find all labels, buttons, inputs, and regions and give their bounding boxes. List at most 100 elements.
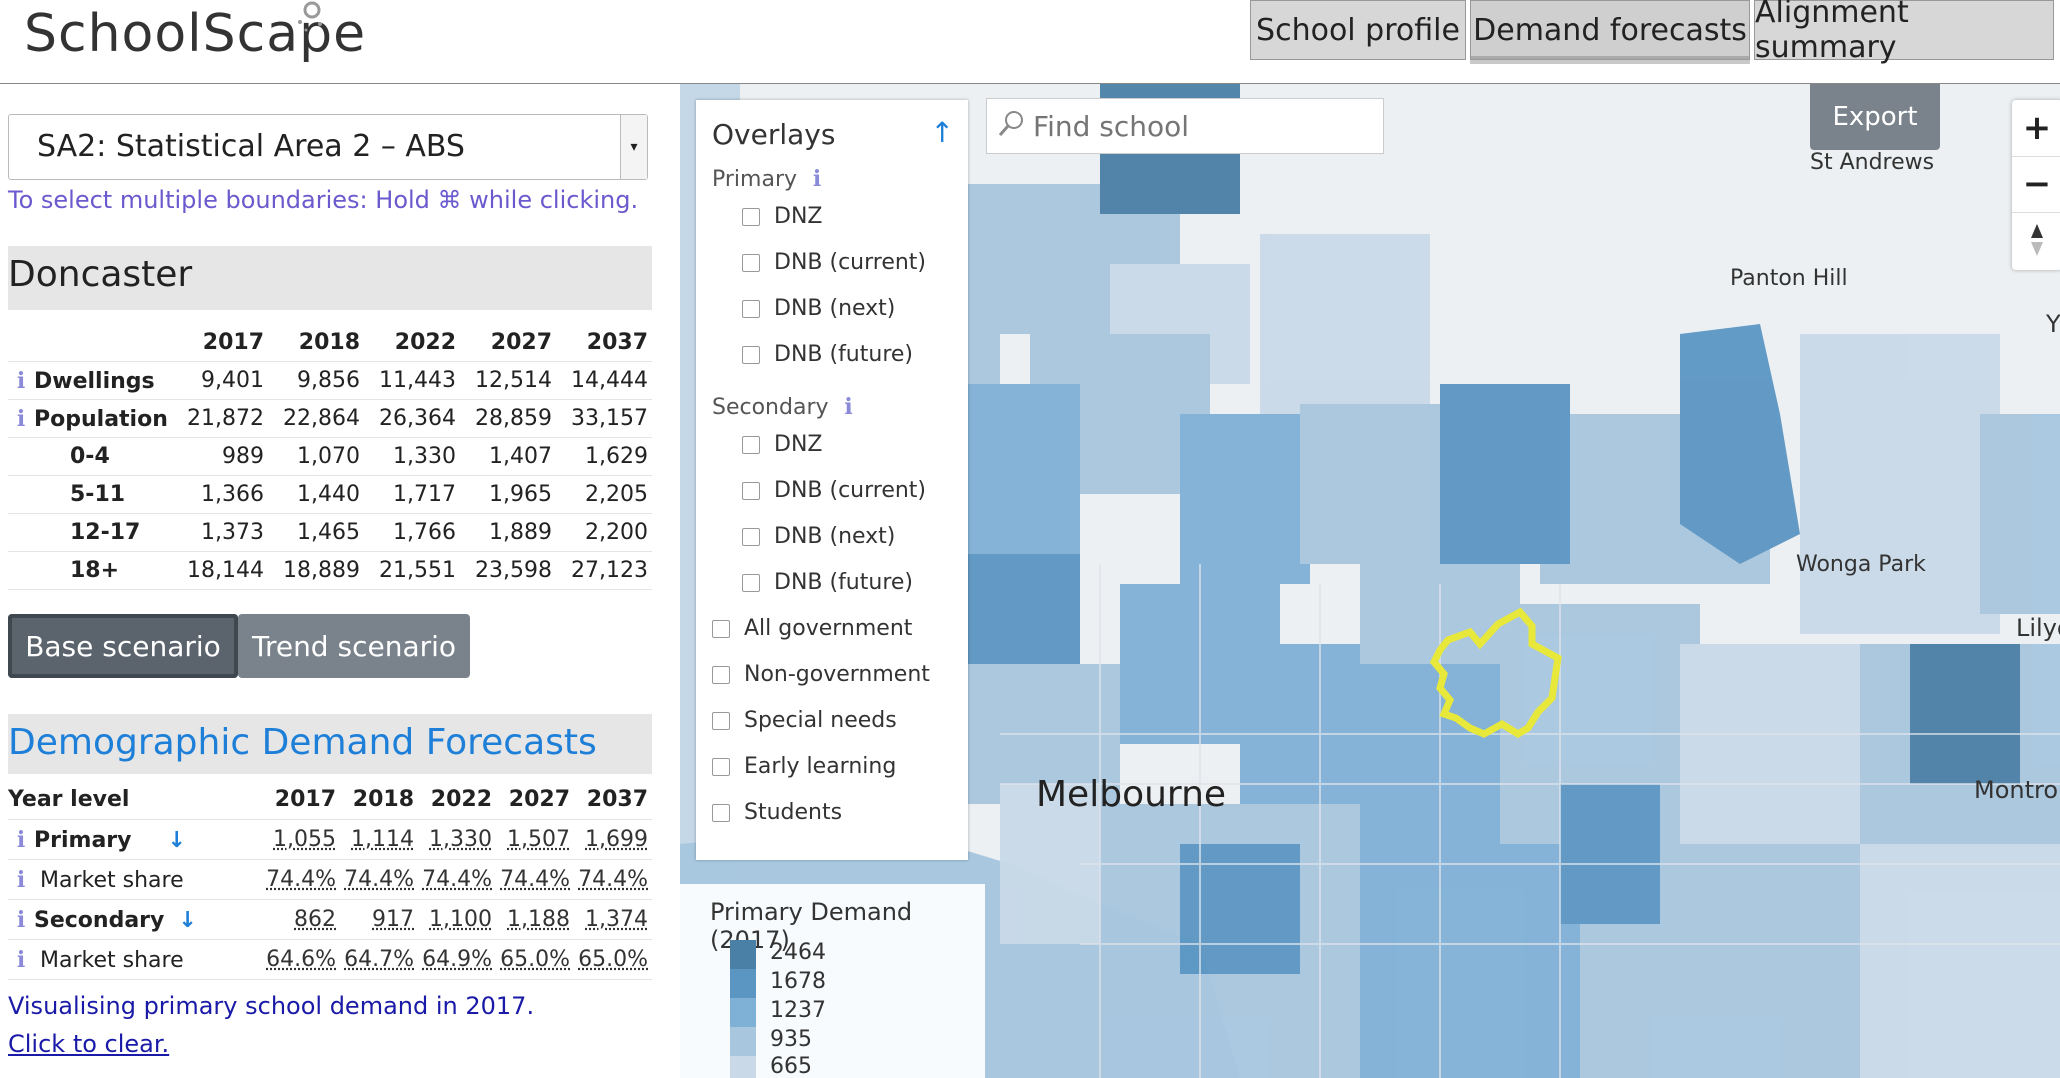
info-icon[interactable]: i [8, 947, 34, 973]
table-cell[interactable]: 1,699 [585, 827, 648, 852]
table-cell[interactable]: 917 [372, 907, 414, 932]
trend-scenario-button[interactable]: Trend scenario [238, 614, 470, 678]
table-cell: 1,629 [556, 437, 652, 476]
overlays-panel: Overlays ↑ Primary i DNZ DNB (current) D… [696, 100, 968, 860]
table-cell[interactable]: 64.9% [422, 947, 492, 972]
boundary-select[interactable]: SA2: Statistical Area 2 – ABS ▾ [8, 114, 648, 180]
table-cell[interactable]: 74.4% [422, 867, 492, 892]
overlay-secondary-dnb-current[interactable]: DNB (current) [742, 478, 926, 503]
legend-label: 1678 [770, 969, 826, 994]
table-cell: 28,859 [460, 399, 556, 438]
checkbox[interactable] [742, 573, 760, 592]
table-header-row: Year level 2017 2018 2022 2027 2037 [8, 780, 652, 820]
table-cell[interactable]: 1,055 [273, 827, 336, 852]
checkbox-label: DNB (future) [774, 570, 914, 595]
place-label: Panton Hill [1730, 266, 1848, 291]
tab-alignment-summary[interactable]: Alignment summary [1754, 0, 2054, 65]
place-label: St Andrews [1810, 150, 1935, 175]
checkbox[interactable] [742, 481, 760, 500]
overlay-secondary-dnz[interactable]: DNZ [742, 432, 822, 457]
overlay-secondary-dnb-next[interactable]: DNB (next) [742, 524, 895, 549]
checkbox[interactable] [742, 345, 760, 364]
arrow-down-icon[interactable]: ↓ [167, 828, 185, 853]
legend-swatch [730, 998, 756, 1027]
overlay-primary-dnb-future[interactable]: DNB (future) [742, 342, 913, 367]
table-cell: 1,717 [364, 475, 460, 514]
table-cell[interactable]: 74.4% [578, 867, 648, 892]
table-cell[interactable]: 862 [294, 907, 336, 932]
checkbox[interactable] [712, 803, 730, 822]
year-header: 2018 [268, 324, 364, 362]
checkbox[interactable] [742, 253, 760, 272]
table-cell: 12,514 [460, 361, 556, 400]
region-title: Doncaster [8, 254, 193, 295]
zoom-in-button[interactable]: + [2012, 100, 2060, 157]
collapse-arrow-icon[interactable]: ↑ [931, 116, 954, 149]
overlay-early-learning[interactable]: Early learning [712, 754, 896, 779]
legend-label: 1237 [770, 998, 826, 1023]
table-row: i Market share 64.6% 64.7% 64.9% 65.0% 65… [8, 939, 652, 980]
row-label: 12-17 [8, 513, 172, 552]
export-button[interactable]: Export [1810, 84, 1940, 150]
base-scenario-button[interactable]: Base scenario [8, 614, 238, 678]
zoom-out-button[interactable]: − [2012, 156, 2060, 213]
overlay-primary-dnb-next[interactable]: DNB (next) [742, 296, 895, 321]
table-cell[interactable]: 74.4% [266, 867, 336, 892]
checkbox[interactable] [712, 711, 730, 730]
overlay-non-government[interactable]: Non-government [712, 662, 930, 687]
row-label: 5-11 [8, 475, 172, 514]
table-row: i Population 21,872 22,864 26,364 28,859 … [8, 399, 652, 438]
find-school-box[interactable] [986, 98, 1384, 154]
checkbox[interactable] [742, 299, 760, 318]
info-icon[interactable]: i [8, 907, 34, 933]
find-school-input[interactable] [1031, 109, 1375, 144]
info-icon[interactable]: i [804, 166, 830, 192]
arrow-down-icon[interactable]: ↓ [178, 908, 196, 933]
table-cell[interactable]: 74.4% [344, 867, 414, 892]
info-icon[interactable]: i [8, 827, 34, 853]
compass-reset-icon[interactable] [2012, 212, 2060, 268]
checkbox[interactable] [712, 665, 730, 684]
zoom-control: + − [2012, 100, 2060, 270]
overlay-special-needs[interactable]: Special needs [712, 708, 897, 733]
table-cell[interactable]: 74.4% [500, 867, 570, 892]
table-cell: 21,551 [364, 551, 460, 590]
table-cell[interactable]: 1,100 [429, 907, 492, 932]
overlay-primary-dnb-current[interactable]: DNB (current) [742, 250, 926, 275]
checkbox[interactable] [712, 757, 730, 776]
checkbox[interactable] [742, 207, 760, 226]
tab-school-profile[interactable]: School profile [1250, 0, 1466, 60]
table-cell: 11,443 [364, 361, 460, 400]
checkbox-label: DNB (current) [774, 478, 927, 503]
info-icon[interactable]: i [8, 867, 34, 893]
primary-label: Primary [712, 167, 798, 192]
dropdown-caret-icon[interactable]: ▾ [620, 115, 647, 179]
clear-link[interactable]: Click to clear. [8, 1030, 169, 1058]
table-cell[interactable]: 1,330 [429, 827, 492, 852]
checkbox[interactable] [742, 527, 760, 546]
table-cell[interactable]: 1,507 [507, 827, 570, 852]
table-cell[interactable]: 65.0% [500, 947, 570, 972]
table-cell: 989 [172, 437, 268, 476]
checkbox[interactable] [712, 619, 730, 638]
row-label: Market share [40, 947, 184, 973]
tab-demand-forecasts[interactable]: Demand forecasts [1470, 0, 1750, 60]
map-view[interactable]: Overlays ↑ Primary i DNZ DNB (current) D… [680, 84, 2060, 1078]
table-cell[interactable]: 1,188 [507, 907, 570, 932]
info-icon[interactable]: i [8, 406, 34, 432]
overlay-primary-dnz[interactable]: DNZ [742, 204, 822, 229]
overlay-secondary-dnb-future[interactable]: DNB (future) [742, 570, 913, 595]
table-cell[interactable]: 1,374 [585, 907, 648, 932]
row-label: Dwellings [34, 368, 155, 394]
table-cell[interactable]: 1,114 [351, 827, 414, 852]
table-row: 0-4 989 1,070 1,330 1,407 1,629 [8, 437, 652, 476]
info-icon[interactable]: i [8, 368, 34, 394]
info-icon[interactable]: i [836, 394, 862, 420]
overlay-all-government[interactable]: All government [712, 616, 912, 641]
overlay-students[interactable]: Students [712, 800, 842, 825]
table-cell[interactable]: 65.0% [578, 947, 648, 972]
table-cell[interactable]: 64.6% [266, 947, 336, 972]
checkbox-label: DNZ [774, 204, 823, 229]
table-cell[interactable]: 64.7% [344, 947, 414, 972]
checkbox[interactable] [742, 435, 760, 454]
